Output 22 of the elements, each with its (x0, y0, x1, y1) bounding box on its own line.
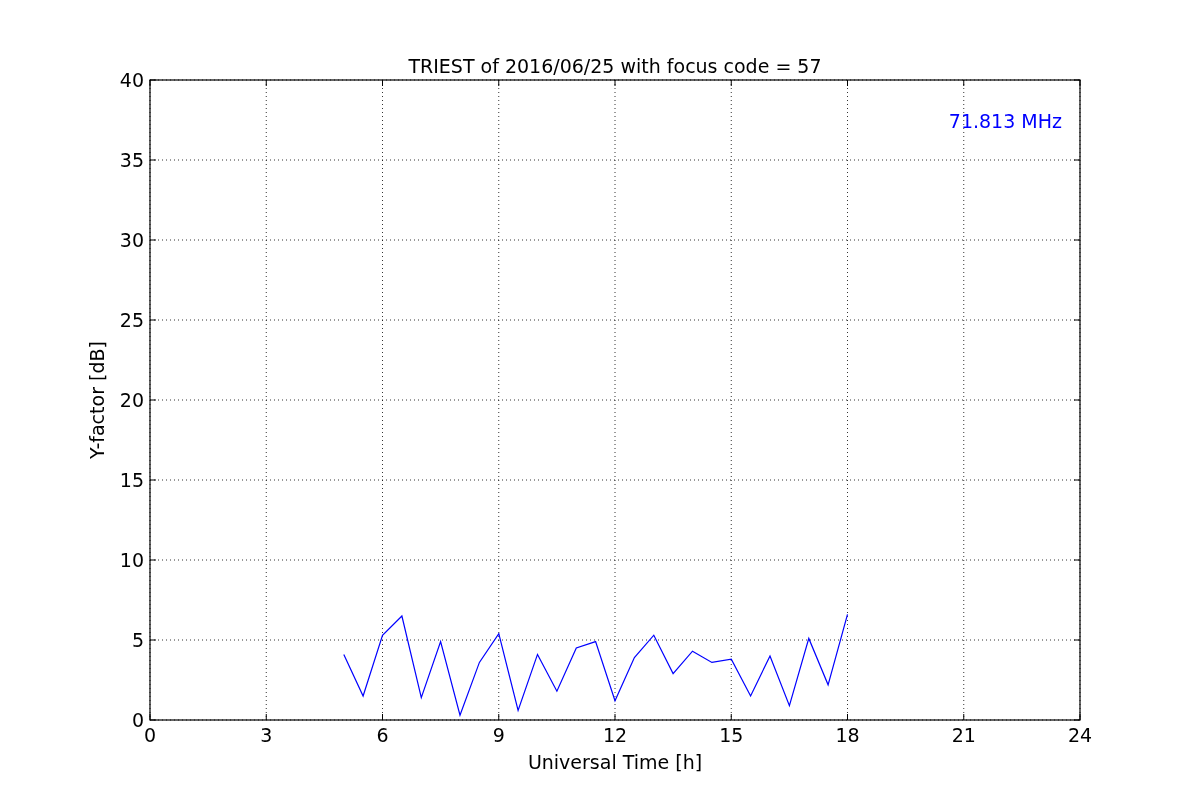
tick-label: 15 (119, 469, 144, 491)
tick-label: 0 (131, 709, 144, 731)
tick-label: 40 (119, 69, 144, 91)
tick-label: 12 (602, 724, 628, 746)
tick-label: 30 (119, 229, 144, 251)
tick-label: 0 (143, 724, 157, 746)
axis-label: Y-factor [dB] (86, 341, 108, 459)
tick-label: 5 (131, 629, 144, 651)
tick-label: 21 (951, 724, 976, 746)
frequency-label: 71.813 MHz (948, 110, 1062, 132)
axis-label: Universal Time [h] (527, 751, 703, 773)
tick-label: 24 (1067, 724, 1093, 746)
tick-label: 35 (119, 149, 144, 171)
tick-label: 10 (119, 549, 144, 571)
tick-label: 6 (376, 724, 389, 746)
tick-label: 25 (119, 309, 144, 331)
tick-label: 18 (835, 724, 860, 746)
chart-title: TRIEST of 2016/06/25 with focus code = 57 (408, 55, 822, 77)
tick-label: 3 (260, 724, 273, 746)
tick-label: 20 (119, 389, 144, 411)
tick-label: 15 (719, 724, 744, 746)
tick-label: 9 (492, 724, 505, 746)
